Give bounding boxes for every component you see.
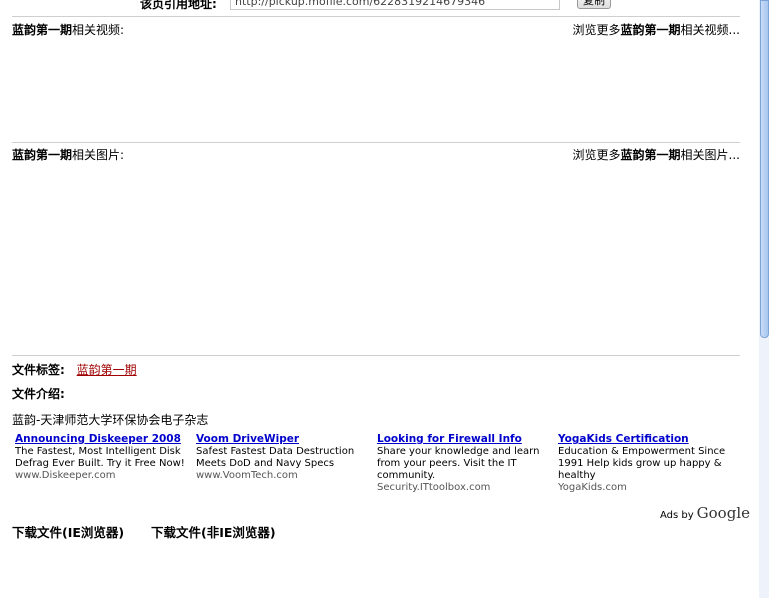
more-images-suffix: 相关图片...: [680, 148, 740, 162]
file-tag-link[interactable]: 蓝韵第一期: [77, 363, 137, 377]
ad-item[interactable]: Voom DriveWiper Safest Fastest Data Dest…: [196, 433, 374, 482]
download-non-ie-link[interactable]: 下载文件(非IE浏览器): [151, 522, 276, 541]
ad-description: The Fastest, Most Intelligent Disk Defra…: [15, 446, 185, 469]
divider: [12, 16, 740, 17]
more-images-prefix: 浏览更多: [572, 148, 621, 162]
file-intro-text: 蓝韵-天津师范大学环保协会电子杂志: [12, 413, 209, 427]
ad-description: Safest Fastest Data Destruction Meets Do…: [196, 446, 355, 469]
ad-title[interactable]: YogaKids Certification: [558, 433, 728, 446]
related-images-title: 蓝韵第一期相关图片:: [12, 146, 124, 163]
ad-description: Share your knowledge and learn from your…: [377, 446, 540, 481]
download-ie-link[interactable]: 下载文件(IE浏览器): [12, 522, 124, 541]
related-videos-title: 蓝韵第一期相关视频:: [12, 21, 124, 38]
related-images-title-name: 蓝韵第一期: [12, 148, 73, 162]
ad-title[interactable]: Announcing Diskeeper 2008: [15, 433, 193, 446]
more-videos-name: 蓝韵第一期: [620, 23, 681, 37]
ad-item[interactable]: YogaKids Certification Education & Empow…: [558, 433, 728, 494]
ad-title[interactable]: Voom DriveWiper: [196, 433, 374, 446]
ad-item[interactable]: Announcing Diskeeper 2008 The Fastest, M…: [15, 433, 193, 482]
more-images-name: 蓝韵第一期: [620, 148, 681, 162]
vertical-scrollbar[interactable]: [759, 0, 769, 598]
related-videos-title-name: 蓝韵第一期: [12, 23, 73, 37]
file-intro-label: 文件介绍:: [12, 387, 65, 401]
copy-button[interactable]: 复制: [577, 0, 611, 9]
related-videos-title-suffix: 相关视频:: [72, 23, 125, 37]
ad-url[interactable]: www.Diskeeper.com: [15, 470, 193, 482]
ad-url[interactable]: www.VoomTech.com: [196, 470, 374, 482]
more-videos-suffix: 相关视频...: [680, 23, 740, 37]
more-videos-prefix: 浏览更多: [572, 23, 621, 37]
ads-by-google[interactable]: Ads by Google: [660, 504, 750, 522]
ad-item[interactable]: Looking for Firewall Info Share your kno…: [377, 433, 555, 494]
ad-title[interactable]: Looking for Firewall Info: [377, 433, 555, 446]
reference-url-label: 该页引用地址:: [140, 0, 217, 11]
reference-url-field[interactable]: http://pickup.mofile.com/622831921467934…: [230, 0, 560, 10]
related-images-title-suffix: 相关图片:: [72, 148, 125, 162]
divider: [12, 142, 740, 143]
more-videos-link[interactable]: 浏览更多蓝韵第一期相关视频...: [573, 21, 740, 38]
divider: [12, 355, 740, 356]
more-images-link[interactable]: 浏览更多蓝韵第一期相关图片...: [573, 146, 740, 163]
ads-block: Announcing Diskeeper 2008 The Fastest, M…: [15, 433, 745, 495]
ad-url[interactable]: Security.ITtoolbox.com: [377, 482, 555, 494]
reference-url-row: 该页引用地址: http://pickup.mofile.com/6228319…: [0, 0, 740, 12]
file-tags-row: 文件标签: 蓝韵第一期: [12, 361, 137, 378]
ad-url[interactable]: YogaKids.com: [558, 482, 728, 494]
file-tags-label: 文件标签:: [12, 363, 65, 377]
ads-by-label: Ads by: [660, 510, 694, 521]
google-logo: Google: [696, 504, 750, 522]
scrollbar-thumb[interactable]: [760, 0, 769, 338]
ad-description: Education & Empowerment Since 1991 Help …: [558, 446, 726, 481]
